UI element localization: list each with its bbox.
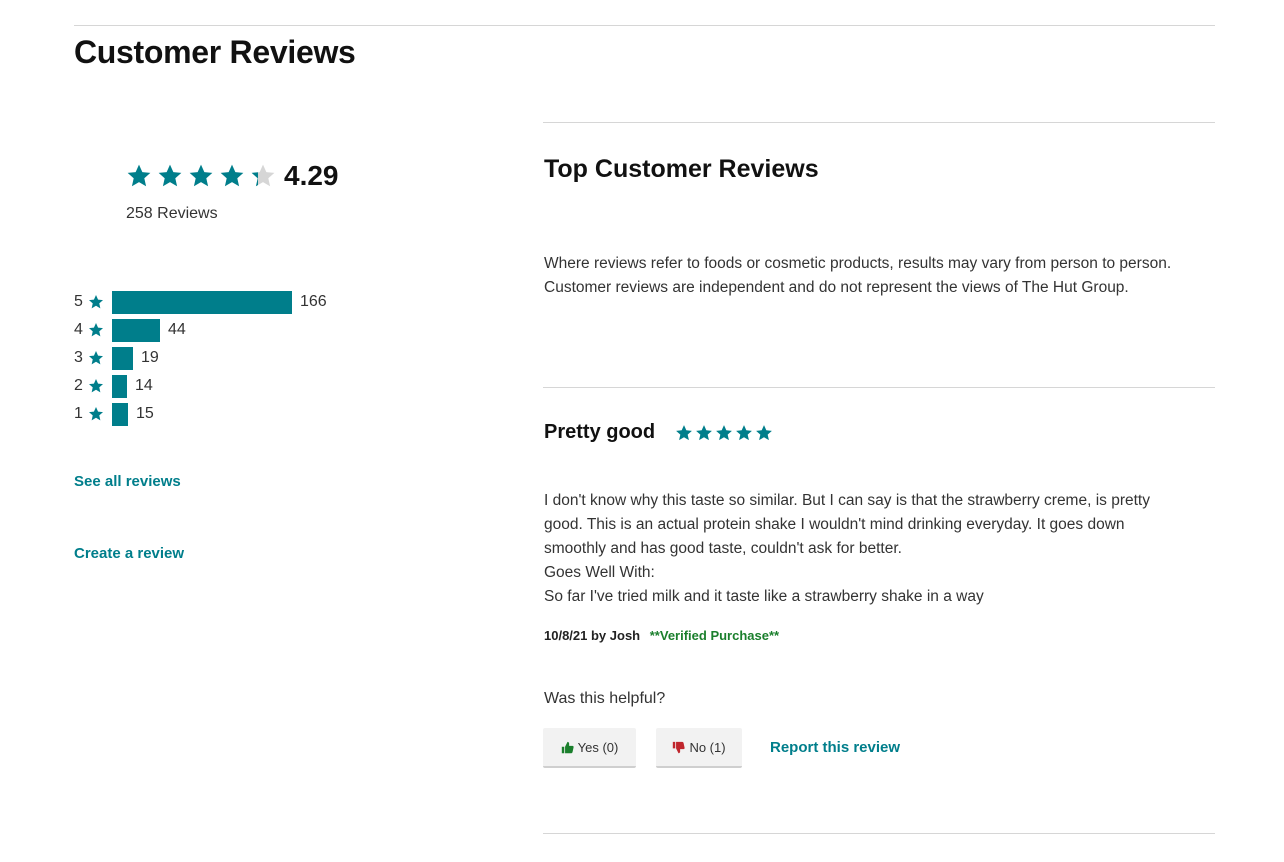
star-icon: [676, 424, 692, 440]
star-icon: [736, 424, 752, 440]
see-all-reviews-link[interactable]: See all reviews: [74, 473, 181, 490]
histogram-bar: [112, 318, 160, 342]
review-meta: 10/8/21 by Josh **Verified Purchase**: [544, 628, 779, 643]
average-rating: 4.29: [126, 160, 339, 192]
thumbs-up-icon: [561, 741, 574, 753]
star-icon: [89, 323, 103, 337]
helpful-yes-button[interactable]: Yes (0): [543, 728, 636, 768]
star-icon: [158, 164, 182, 187]
histogram-star-label: 2: [74, 377, 83, 394]
star-icon: [127, 164, 151, 187]
rating-histogram: 5 166 4 44 3 19 2 14 1 15: [74, 288, 327, 428]
histogram-star-label: 3: [74, 349, 83, 366]
histogram-star-label: 4: [74, 321, 83, 338]
review-stars: [675, 424, 775, 442]
review-body-line: good. This is an actual protein shake I …: [544, 516, 1125, 533]
histogram-count: 15: [136, 405, 154, 422]
histogram-count: 44: [168, 321, 186, 338]
helpful-question: Was this helpful?: [544, 690, 666, 707]
histogram-count: 166: [300, 293, 327, 310]
histogram-bar: [112, 346, 133, 370]
section-title: Customer Reviews: [74, 34, 356, 70]
star-icon: [696, 424, 712, 440]
average-stars: [126, 163, 281, 189]
average-rating-value: 4.29: [284, 160, 339, 191]
report-review-link[interactable]: Report this review: [770, 739, 900, 756]
histogram-count: 14: [135, 377, 153, 394]
review-title: Pretty good: [544, 421, 656, 443]
top-reviews-title: Top Customer Reviews: [544, 155, 819, 183]
histogram-bar: [112, 402, 128, 426]
star-icon: [220, 164, 244, 187]
star-icon: [189, 164, 213, 187]
right-divider-review: [543, 387, 1215, 388]
histogram-star-label: 1: [74, 405, 83, 422]
review-date-author: 10/8/21 by Josh: [544, 628, 641, 643]
thumbs-down-icon: [673, 741, 686, 753]
review-body-line: I don't know why this taste so similar. …: [544, 492, 1150, 509]
right-divider-bottom: [543, 833, 1215, 834]
histogram-row-2-star[interactable]: 2 14: [74, 372, 327, 400]
histogram-count: 19: [141, 349, 159, 366]
star-icon: [89, 295, 103, 309]
histogram-row-5-star[interactable]: 5 166: [74, 288, 327, 316]
top-divider: [74, 25, 1215, 26]
review-body: I don't know why this taste so similar. …: [544, 489, 1224, 609]
review-body-line: Goes Well With:: [544, 564, 655, 581]
review-count: 258 Reviews: [126, 205, 218, 222]
star-icon: [89, 379, 103, 393]
helpful-yes-label: Yes (0): [577, 739, 619, 755]
star-icon: [716, 424, 732, 440]
helpful-no-label: No (1): [689, 739, 726, 755]
histogram-bar: [112, 290, 292, 314]
star-icon: [251, 164, 275, 187]
star-icon: [89, 407, 103, 421]
star-icon: [756, 424, 772, 440]
histogram-star-label: 5: [74, 293, 83, 310]
helpful-no-button[interactable]: No (1): [656, 728, 742, 768]
verified-purchase-badge: **Verified Purchase**: [649, 628, 780, 643]
create-review-link[interactable]: Create a review: [74, 545, 184, 562]
histogram-row-1-star[interactable]: 1 15: [74, 400, 327, 428]
review-header: Pretty good: [544, 421, 775, 444]
histogram-row-3-star[interactable]: 3 19: [74, 344, 327, 372]
right-divider-top: [543, 122, 1215, 123]
reviews-disclaimer: Where reviews refer to foods or cosmetic…: [544, 255, 1172, 296]
star-icon: [89, 351, 103, 365]
review-body-line: smoothly and has good taste, couldn't as…: [544, 540, 902, 557]
histogram-row-4-star[interactable]: 4 44: [74, 316, 327, 344]
histogram-bar: [112, 374, 127, 398]
review-body-line: So far I've tried milk and it taste like…: [544, 588, 984, 605]
